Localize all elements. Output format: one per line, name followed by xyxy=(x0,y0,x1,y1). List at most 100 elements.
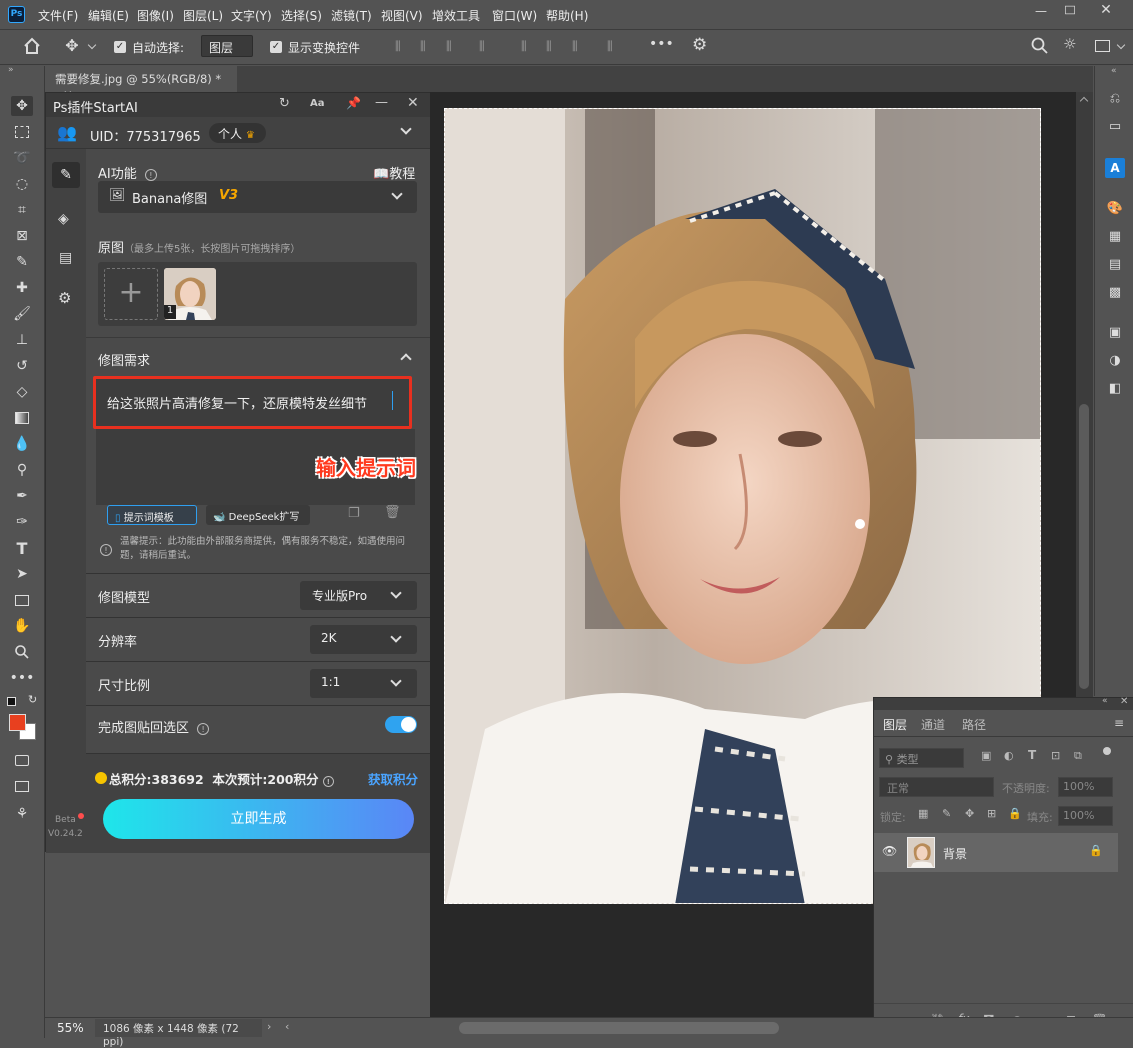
swap-colors-icon[interactable]: ↻ xyxy=(28,693,37,706)
auto-select-dropdown[interactable]: 图层 xyxy=(201,35,253,57)
menu-item[interactable]: 图像(I) xyxy=(137,7,174,24)
color-panel-icon[interactable]: 🎨 xyxy=(1105,198,1125,218)
blur-tool-icon[interactable]: 💧 xyxy=(11,434,33,454)
lightbulb-icon[interactable]: ☼ xyxy=(1063,35,1076,53)
history-brush-icon[interactable]: ↺ xyxy=(11,356,33,376)
gradient-tool-icon[interactable] xyxy=(11,408,33,428)
collapse-icon[interactable]: « xyxy=(1111,66,1117,76)
home-icon[interactable] xyxy=(22,36,42,56)
photoshop-logo-icon[interactable]: Ps xyxy=(8,6,25,23)
pin-icon[interactable]: 📌 xyxy=(346,96,361,110)
lock-artboard-icon[interactable]: ⊞ xyxy=(987,807,996,820)
minimize-window-button[interactable]: — xyxy=(1033,4,1049,18)
menu-item[interactable]: 文件(F) xyxy=(38,7,78,24)
edit-tab-icon[interactable]: ✎ xyxy=(52,162,80,188)
close-window-button[interactable]: ✕ xyxy=(1098,2,1114,18)
chevron-down-icon[interactable] xyxy=(400,123,412,135)
filter-pixel-icon[interactable]: ▣ xyxy=(981,749,991,762)
gradients-panel-icon[interactable]: ▤ xyxy=(1105,254,1125,274)
opacity-input[interactable]: 100% xyxy=(1058,777,1113,797)
brush-tool-icon[interactable]: 🖌 xyxy=(11,304,33,324)
filter-adjust-icon[interactable]: ◐ xyxy=(1004,749,1014,762)
info-icon[interactable]: ! xyxy=(144,169,157,181)
menu-item[interactable]: 编辑(E) xyxy=(88,7,129,24)
info-icon[interactable]: ! xyxy=(197,723,210,735)
blend-mode-dropdown[interactable]: 正常 xyxy=(879,777,994,797)
lock-brush-icon[interactable]: ✎ xyxy=(942,807,951,820)
align-middle-icon[interactable]: ⫼ xyxy=(546,39,560,54)
more-options-icon[interactable]: ••• xyxy=(649,36,674,52)
add-image-button[interactable]: + xyxy=(104,268,158,320)
chevron-right-icon[interactable]: › xyxy=(267,1020,271,1033)
align-top-icon[interactable]: ⫼ xyxy=(521,39,535,54)
prompt-input[interactable]: 给这张照片高清修复一下，还原模特发丝细节 xyxy=(93,376,412,429)
history-panel-icon[interactable]: ⎌ xyxy=(1105,88,1125,108)
more-tools-icon[interactable]: ••• xyxy=(10,668,35,688)
distribute-icon[interactable]: ⫼ xyxy=(479,39,493,54)
eyedropper-icon[interactable]: ✎ xyxy=(11,252,33,272)
layer-row[interactable]: 👁 背景 🔒 xyxy=(874,833,1118,872)
menu-item[interactable]: 选择(S) xyxy=(281,7,322,24)
menu-item[interactable]: 图层(L) xyxy=(183,7,223,24)
lock-transparency-icon[interactable]: ▦ xyxy=(918,807,928,820)
tab-channels-label[interactable]: 通道 xyxy=(921,716,945,733)
type-tool-icon[interactable]: T xyxy=(11,538,33,558)
adjustments-panel-icon[interactable]: ◑ xyxy=(1105,350,1125,370)
trash-icon[interactable]: 🗑 xyxy=(384,505,401,520)
lasso-tool-icon[interactable]: ➰ xyxy=(11,148,33,168)
menu-item[interactable]: 帮助(H) xyxy=(546,7,588,24)
scroll-up-icon[interactable] xyxy=(1079,96,1089,106)
ratio-dropdown[interactable]: 1:1 xyxy=(310,669,417,698)
libraries-panel-icon[interactable]: ▣ xyxy=(1105,322,1125,342)
get-points-link[interactable]: 获取积分 xyxy=(368,769,418,788)
maximize-window-button[interactable] xyxy=(1065,5,1075,15)
chevron-down-icon[interactable] xyxy=(87,40,97,50)
comments-panel-icon[interactable]: ▭ xyxy=(1105,116,1125,136)
crop-tool-icon[interactable]: ⌗ xyxy=(11,200,33,220)
horizontal-scrollbar-thumb[interactable] xyxy=(459,1022,779,1034)
align-right-icon[interactable]: ⫼ xyxy=(446,39,460,54)
visibility-eye-icon[interactable]: 👁 xyxy=(882,844,897,858)
properties-panel-icon[interactable]: ◧ xyxy=(1105,378,1125,398)
layer-filter-dropdown[interactable]: ⚲ 类型 xyxy=(879,748,964,768)
paste-back-toggle[interactable] xyxy=(385,716,417,733)
hand-tool-icon[interactable]: ✋ xyxy=(11,616,33,636)
pen-tool-icon[interactable]: ✒ xyxy=(11,486,33,506)
lock-all-icon[interactable]: 🔒 xyxy=(1008,807,1022,820)
patterns-panel-icon[interactable]: ▩ xyxy=(1105,282,1125,302)
distribute-vertical-icon[interactable]: ⫼ xyxy=(607,39,621,54)
tab-layers-label[interactable]: 图层 xyxy=(883,716,907,733)
frame-tool-icon[interactable]: ⊠ xyxy=(11,226,33,246)
workspace-icon[interactable] xyxy=(1095,40,1110,52)
chevron-left-icon[interactable]: ‹ xyxy=(285,1020,289,1033)
swatches-panel-icon[interactable]: ▦ xyxy=(1105,226,1125,246)
search-icon[interactable] xyxy=(1031,37,1049,55)
lock-move-icon[interactable]: ✥ xyxy=(965,807,974,820)
generate-button[interactable]: 立即生成 xyxy=(103,799,414,839)
clipboard-tab-icon[interactable]: ▤ xyxy=(59,250,72,266)
font-size-button[interactable]: Aa xyxy=(310,98,325,109)
gear-icon[interactable]: ⚙ xyxy=(692,35,707,55)
align-center-icon[interactable]: ⫼ xyxy=(420,39,434,54)
screen-mode-icon[interactable] xyxy=(11,776,33,796)
quick-mask-icon[interactable] xyxy=(11,750,33,770)
close-icon[interactable]: ✕ xyxy=(1120,696,1128,707)
eraser-tool-icon[interactable]: ◇ xyxy=(11,382,33,402)
tutorial-link[interactable]: 📖教程 xyxy=(373,163,415,182)
info-icon[interactable]: ! xyxy=(322,776,334,787)
ai-feature-dropdown[interactable]: 🖼 Banana修图 V3 xyxy=(98,181,417,213)
move-tool-icon[interactable]: ✥ xyxy=(11,96,33,116)
quick-select-icon[interactable]: ◌ xyxy=(11,174,33,194)
resolution-dropdown[interactable]: 2K xyxy=(310,625,417,654)
menu-item[interactable]: 滤镜(T) xyxy=(331,7,372,24)
chevron-up-icon[interactable] xyxy=(400,353,412,365)
align-left-icon[interactable]: ⫼ xyxy=(395,39,409,54)
zoom-level[interactable]: 55% xyxy=(57,1021,84,1035)
menu-item[interactable]: 增效工具 xyxy=(432,7,480,24)
collapse-icon[interactable]: « xyxy=(1102,696,1108,706)
auto-select-checkbox[interactable]: ✓ xyxy=(114,41,126,53)
plugin-icon[interactable]: ⚘ xyxy=(11,804,33,824)
document-tab[interactable]: 需要修复.jpg @ 55%(RGB/8) * × xyxy=(45,66,237,101)
startai-panel-icon[interactable]: A xyxy=(1105,158,1125,178)
layers-tab-icon[interactable]: ◈ xyxy=(58,211,69,227)
